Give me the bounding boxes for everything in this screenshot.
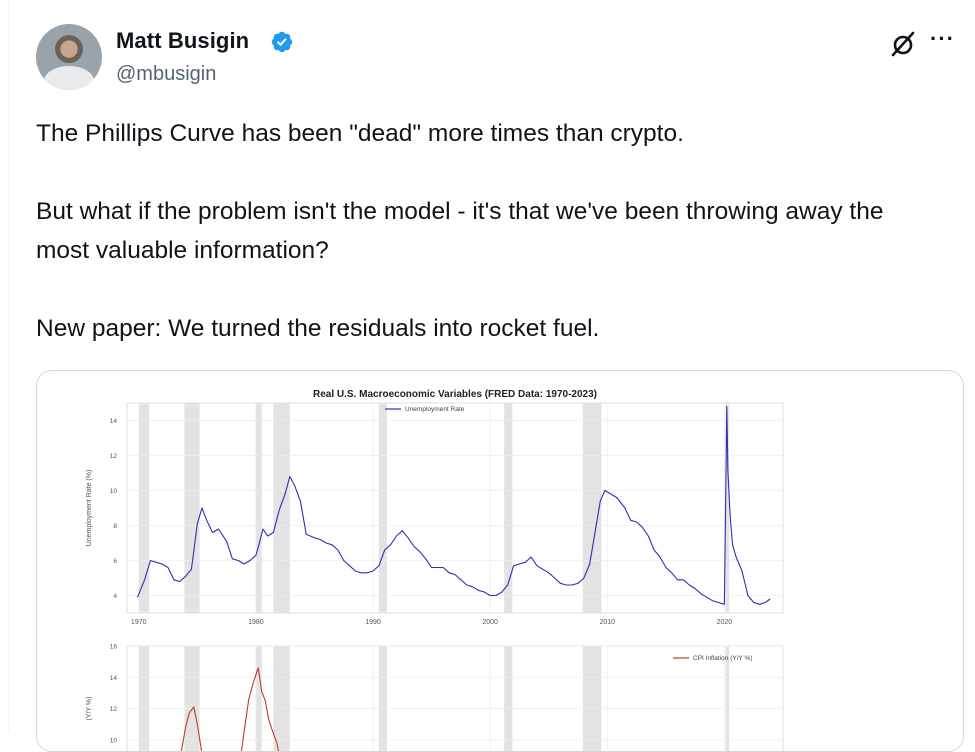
recession-band [255,646,262,751]
x-tick-label: 2000 [482,619,498,626]
x-tick-label: 2020 [717,619,733,626]
recession-band [582,646,602,751]
recession-band [184,403,200,613]
y-tick-label: 14 [110,418,118,425]
chart-title: Real U.S. Macroeconomic Variables (FRED … [313,389,597,400]
inflation-panel: 10 12 14 16 (Y/Y %) CPI Inflation (Y/Y %) [86,644,784,751]
legend-label: CPI Inflation (Y/Y %) [693,655,753,662]
y-tick-label: 10 [110,488,118,495]
tweet-paragraph: New paper: We turned the residuals into … [36,315,600,342]
recession-band [378,403,388,613]
recession-band [273,646,290,751]
legend-label: Unemployment Rate [405,406,465,413]
tweet-paragraph: But what if the problem isn't the model … [36,198,884,264]
timeline-divider [8,0,9,732]
verified-badge-icon [271,31,293,53]
recession-band [273,403,290,613]
y-tick-label: 10 [110,737,118,744]
avatar[interactable] [36,24,102,90]
tweet-text: The Phillips Curve has been "dead" more … [36,114,936,348]
recession-band [378,646,388,751]
x-tick-label: 1980 [248,619,264,626]
plot-area [126,645,784,751]
y-tick-label: 6 [113,558,117,565]
recession-band [504,646,513,751]
x-tick-label: 2010 [599,619,615,626]
chart-image: 1970 1980 1990 2000 2010 2020 4 6 8 10 12 14 Unemplo… [86,389,784,751]
y-tick-label: 14 [110,675,118,682]
y-tick-label: 8 [113,523,117,530]
media-card[interactable]: 1970 1980 1990 2000 2010 2020 4 6 8 10 12 14 Unemplo… [36,370,964,752]
grok-icon[interactable] [889,30,917,58]
y-tick-label: 12 [110,706,118,713]
y-axis-label: (Y/Y %) [86,697,93,721]
y-axis-label: Unemployment Rate (%) [86,470,93,547]
x-tick-label: 1990 [365,619,381,626]
recession-band [184,646,200,751]
author-handle[interactable]: @mbusigin [116,63,216,86]
author-name[interactable]: Matt Busigin [116,28,249,54]
y-tick-label: 12 [110,453,118,460]
y-tick-label: 16 [110,644,118,651]
more-options-icon[interactable]: ··· [930,26,955,52]
y-tick-label: 4 [113,593,117,600]
unemployment-panel: 1970 1980 1990 2000 2010 2020 4 6 8 10 12 14 Unemplo… [86,389,784,626]
x-tick-label: 1970 [131,619,147,626]
recession-band [138,646,150,751]
tweet-paragraph: The Phillips Curve has been "dead" more … [36,120,684,147]
recession-band [255,403,262,613]
